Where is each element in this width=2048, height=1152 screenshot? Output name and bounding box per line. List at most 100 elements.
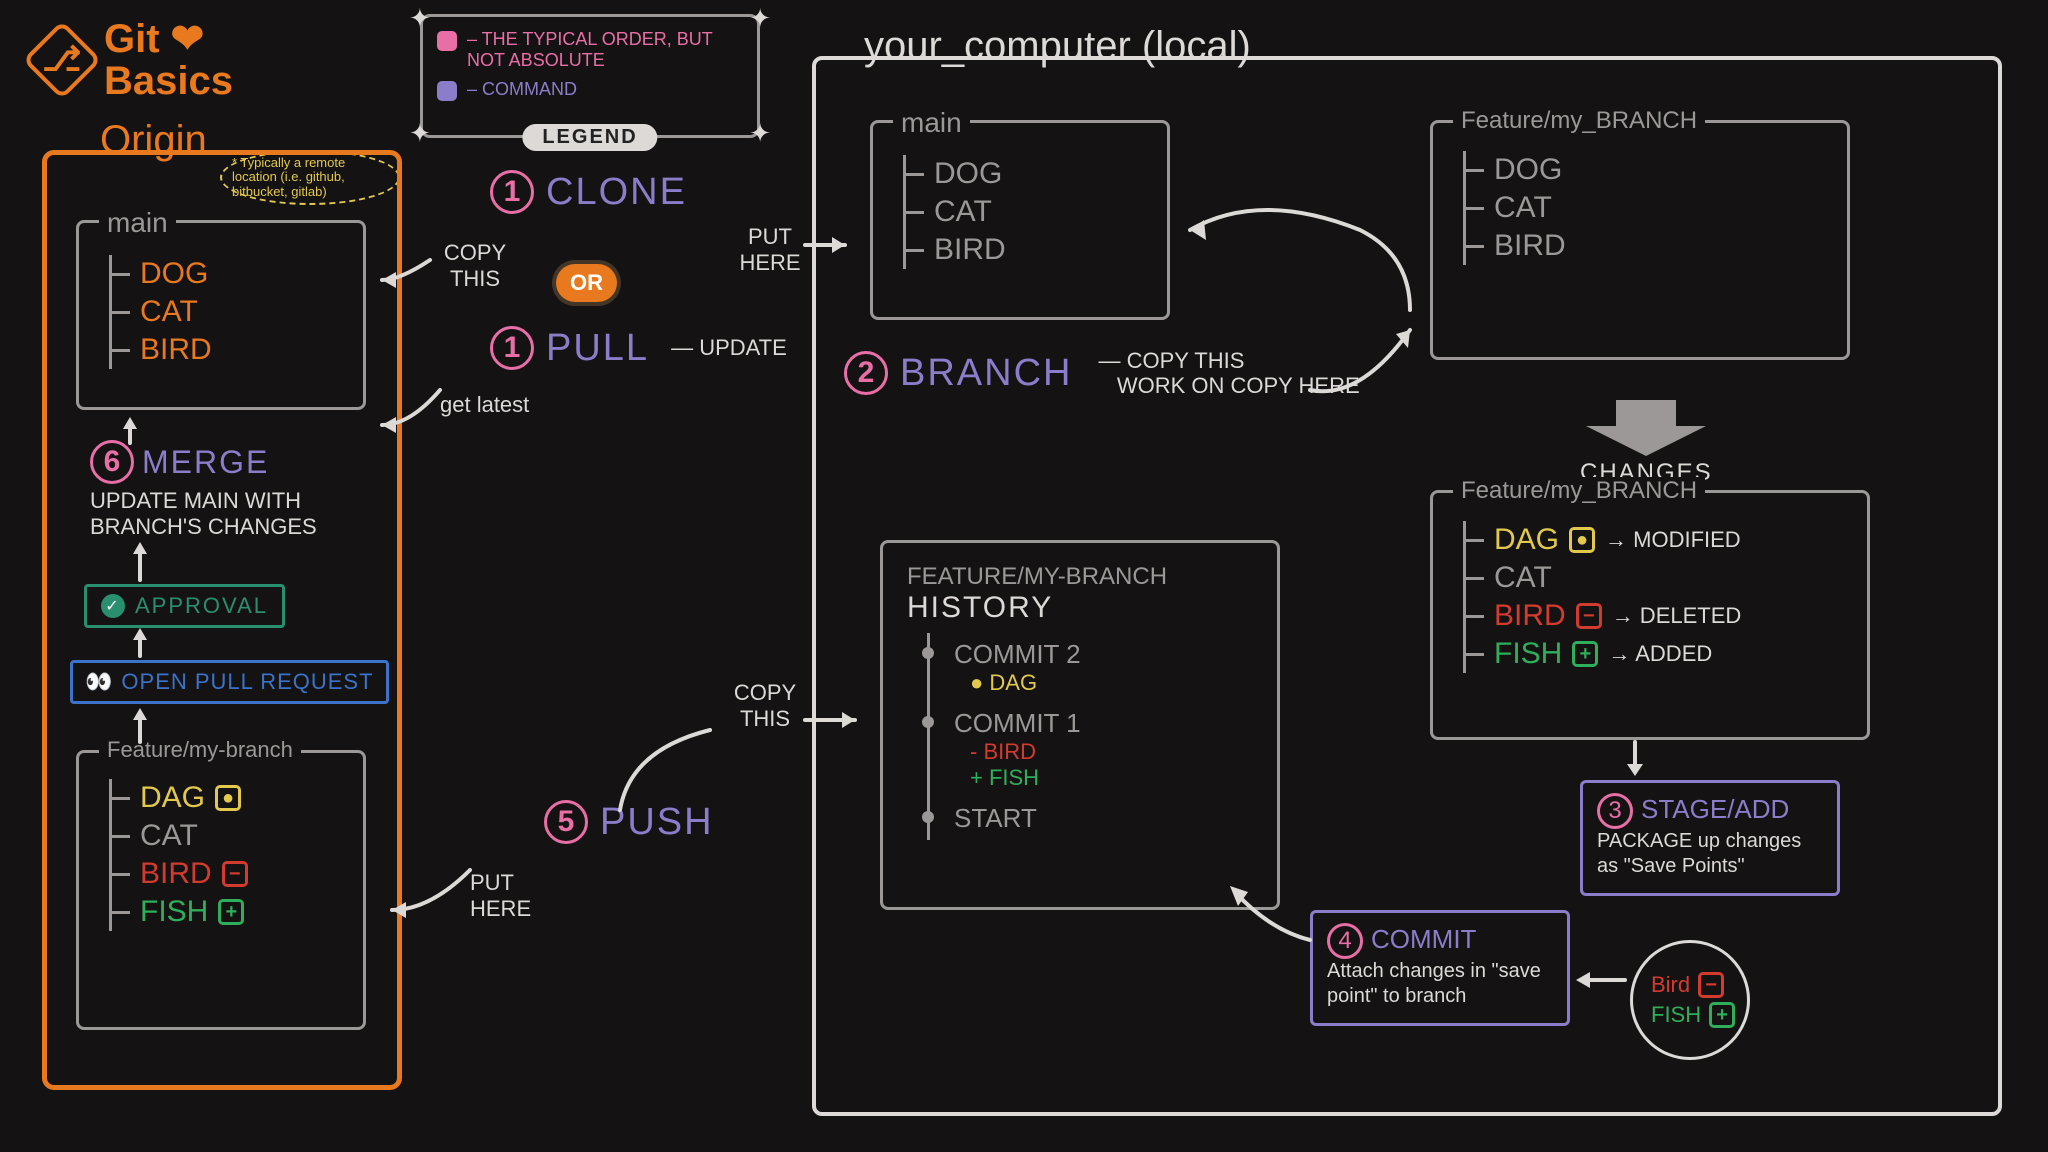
step-number: 3	[1597, 793, 1633, 829]
stage-desc: PACKAGE up changes as "Save Points"	[1597, 829, 1823, 879]
file-item: DOG	[112, 255, 343, 293]
mod-icon: ●	[215, 785, 241, 811]
approval-text: APPROVAL	[135, 593, 268, 619]
file-item: CAT	[112, 817, 343, 855]
step-number: 1	[490, 326, 534, 370]
file-item: CAT	[112, 293, 343, 331]
stage-command: STAGE/ADD	[1641, 794, 1789, 825]
legend-box: ✦ ✦ ✦ ✦ – THE TYPICAL ORDER, BUT NOT ABS…	[420, 14, 760, 138]
git-logo-icon: ⎇	[22, 20, 101, 99]
flourish-icon: ✦	[409, 118, 431, 149]
flourish-icon: ✦	[749, 3, 771, 34]
pull-getlatest-label: get latest	[440, 392, 540, 418]
repo-title: main	[893, 107, 970, 139]
changes-arrow-block: CHANGES	[1580, 400, 1713, 487]
file-item: DOG	[1466, 151, 1827, 189]
file-item: DOG	[906, 155, 1147, 193]
merge-desc: UPDATE MAIN WITH BRANCH'S CHANGES	[90, 488, 350, 541]
repo-title: Feature/my_BRANCH	[1453, 107, 1705, 135]
pull-request-badge: 👀 OPEN PULL REQUEST	[70, 660, 389, 704]
commit-change: ● DAG	[970, 670, 1253, 696]
del-icon: −	[222, 861, 248, 887]
flourish-icon: ✦	[409, 3, 431, 34]
branch-desc: — COPY THIS WORK ON COPY HERE	[1098, 348, 1359, 399]
step-number: 6	[90, 440, 134, 484]
local-main-repo: main DOG CAT BIRD	[870, 120, 1170, 320]
stage-box: 3 STAGE/ADD PACKAGE up changes as "Save …	[1580, 780, 1840, 896]
flourish-icon: ✦	[749, 118, 771, 149]
legend-command-text: – COMMAND	[467, 79, 577, 100]
add-icon: +	[1572, 641, 1598, 667]
commit-change: + FISH	[970, 765, 1253, 791]
page-title: ⎇ Git ❤ Basics	[34, 18, 233, 102]
file-item: BIRD	[1466, 227, 1827, 265]
check-icon: ✓	[101, 594, 125, 618]
commit-desc: Attach changes in "save point" to branch	[1327, 959, 1553, 1009]
file-item: BIRD−	[112, 855, 343, 893]
minus-icon: −	[1698, 972, 1724, 998]
eyes-icon: 👀	[85, 669, 113, 695]
step-number: 5	[544, 800, 588, 844]
file-item: CAT	[906, 193, 1147, 231]
branch-command: BRANCH	[900, 352, 1072, 395]
commit-change: - BIRD	[970, 739, 1253, 765]
mod-icon: ●	[1569, 527, 1595, 553]
push-command: PUSH	[600, 801, 714, 844]
file-item: CAT	[1466, 189, 1827, 227]
repo-title: main	[99, 207, 176, 239]
file-item: BIRD− → DELETED	[1466, 597, 1847, 635]
commit-box: 4 COMMIT Attach changes in "save point" …	[1310, 910, 1570, 1026]
origin-main-repo: main DOG CAT BIRD	[76, 220, 366, 410]
clone-step: 1 CLONE	[490, 170, 687, 214]
file-state-note: → MODIFIED	[1605, 527, 1741, 553]
clone-put-label: PUT HERE	[730, 224, 810, 277]
step-number: 2	[844, 351, 888, 395]
add-icon: +	[218, 899, 244, 925]
merge-command: MERGE	[142, 444, 269, 481]
pull-step: 1 PULL — UPDATE	[490, 326, 787, 370]
savepoint-circle: Bird − FISH +	[1630, 940, 1750, 1060]
commit-item: START	[930, 797, 1253, 840]
commit-item: COMMIT 2● DAG	[930, 633, 1253, 702]
pull-command: PULL	[546, 327, 649, 370]
history-title: FEATURE/MY-BRANCH	[907, 563, 1253, 591]
clone-command: CLONE	[546, 171, 687, 214]
history-subtitle: HISTORY	[907, 591, 1253, 625]
origin-feature-repo: Feature/my-branch DAG●CATBIRD−FISH+	[76, 750, 366, 1030]
history-box: FEATURE/MY-BRANCH HISTORY COMMIT 2● DAGC…	[880, 540, 1280, 910]
approval-badge: ✓ APPROVAL	[84, 584, 285, 628]
push-copythis-label: COPY THIS	[720, 680, 810, 733]
push-puthere-label: PUT HERE	[470, 870, 560, 923]
legend-tag: LEGEND	[522, 124, 657, 151]
legend-swatch-order	[437, 31, 457, 51]
legend-order-text: – THE TYPICAL ORDER, BUT NOT ABSOLUTE	[467, 29, 743, 71]
clone-copy-label: COPY THIS	[430, 240, 520, 293]
del-icon: −	[1576, 603, 1602, 629]
push-step: 5 PUSH	[544, 800, 714, 844]
step-number: 1	[490, 170, 534, 214]
down-arrow-icon	[1586, 400, 1706, 456]
file-item: DAG●	[112, 779, 343, 817]
branch-step: 2 BRANCH — COPY THIS WORK ON COPY HERE	[834, 344, 1370, 403]
local-feature-changed: Feature/my_BRANCH DAG● → MODIFIEDCATBIRD…	[1430, 490, 1870, 740]
file-item: DAG● → MODIFIED	[1466, 521, 1847, 559]
merge-step: 6 MERGE UPDATE MAIN WITH BRANCH'S CHANGE…	[90, 440, 350, 541]
title-line-2: Basics	[104, 59, 233, 103]
pull-update-label: — UPDATE	[671, 335, 787, 361]
file-item: FISH+	[112, 893, 343, 931]
file-item: FISH+ → ADDED	[1466, 635, 1847, 673]
local-feature-clean: Feature/my_BRANCH DOG CAT BIRD	[1430, 120, 1850, 360]
title-line-1: Git	[104, 17, 160, 61]
repo-title: Feature/my_BRANCH	[1453, 477, 1705, 505]
file-item: CAT	[1466, 559, 1847, 597]
savepoint-item: Bird −	[1651, 972, 1724, 998]
plus-icon: +	[1709, 1002, 1735, 1028]
or-badge: OR	[556, 264, 617, 302]
file-item: BIRD	[112, 331, 343, 369]
legend-swatch-command	[437, 81, 457, 101]
commit-item: COMMIT 1- BIRD+ FISH	[930, 702, 1253, 797]
heart-icon: ❤	[171, 17, 205, 61]
file-state-note: → DELETED	[1612, 603, 1742, 629]
savepoint-item: FISH +	[1651, 1002, 1735, 1028]
step-number: 4	[1327, 923, 1363, 959]
